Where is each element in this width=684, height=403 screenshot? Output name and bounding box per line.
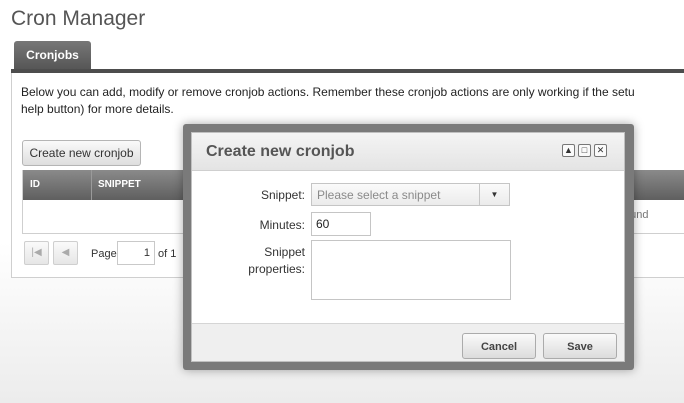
snippet-select-value: Please select a snippet xyxy=(317,188,441,202)
first-page-icon: |◀ xyxy=(31,247,42,258)
prev-page-icon: ◀ xyxy=(61,247,70,258)
minutes-label: Minutes: xyxy=(259,218,305,232)
column-divider xyxy=(91,170,92,200)
description-line-2: help button) for more details. xyxy=(21,102,174,116)
prev-page-button[interactable]: ◀ xyxy=(53,241,78,265)
page-count-label: of 1 xyxy=(158,248,177,260)
tab-cronjobs[interactable]: Cronjobs xyxy=(14,41,91,70)
properties-label: Snippet properties: xyxy=(232,244,305,278)
snippet-select[interactable]: Please select a snippet ▼ xyxy=(311,183,510,206)
chevron-down-icon[interactable]: ▼ xyxy=(479,184,509,205)
cancel-button[interactable]: Cancel xyxy=(462,333,536,359)
maximize-icon[interactable]: □ xyxy=(578,144,591,157)
create-cronjob-dialog: Create new cronjob ▲ □ ✕ Snippet: Please… xyxy=(191,132,625,362)
page-label: Page xyxy=(91,248,117,260)
description-line-1: Below you can add, modify or remove cron… xyxy=(21,85,635,99)
snippet-label: Snippet: xyxy=(260,188,305,202)
first-page-button[interactable]: |◀ xyxy=(24,241,49,265)
dialog-title: Create new cronjob xyxy=(206,143,355,160)
properties-label-line-1: Snippet xyxy=(264,245,305,259)
dialog-header[interactable]: Create new cronjob ▲ □ ✕ xyxy=(192,133,624,171)
close-icon[interactable]: ✕ xyxy=(594,144,607,157)
page-number-input[interactable] xyxy=(117,241,155,265)
properties-label-line-2: properties: xyxy=(248,262,305,276)
dialog-body: Snippet: Please select a snippet ▼ Minut… xyxy=(192,171,624,324)
create-cronjob-button[interactable]: Create new cronjob xyxy=(22,140,141,166)
column-header-snippet[interactable]: SNIPPET xyxy=(98,170,141,200)
column-header-id[interactable]: ID xyxy=(30,170,40,200)
snippet-properties-textarea[interactable] xyxy=(311,240,511,300)
save-button[interactable]: Save xyxy=(543,333,617,359)
collapse-icon[interactable]: ▲ xyxy=(562,144,575,157)
minutes-input[interactable] xyxy=(311,212,371,236)
description: Below you can add, modify or remove cron… xyxy=(21,84,684,118)
page-title: Cron Manager xyxy=(11,7,146,30)
